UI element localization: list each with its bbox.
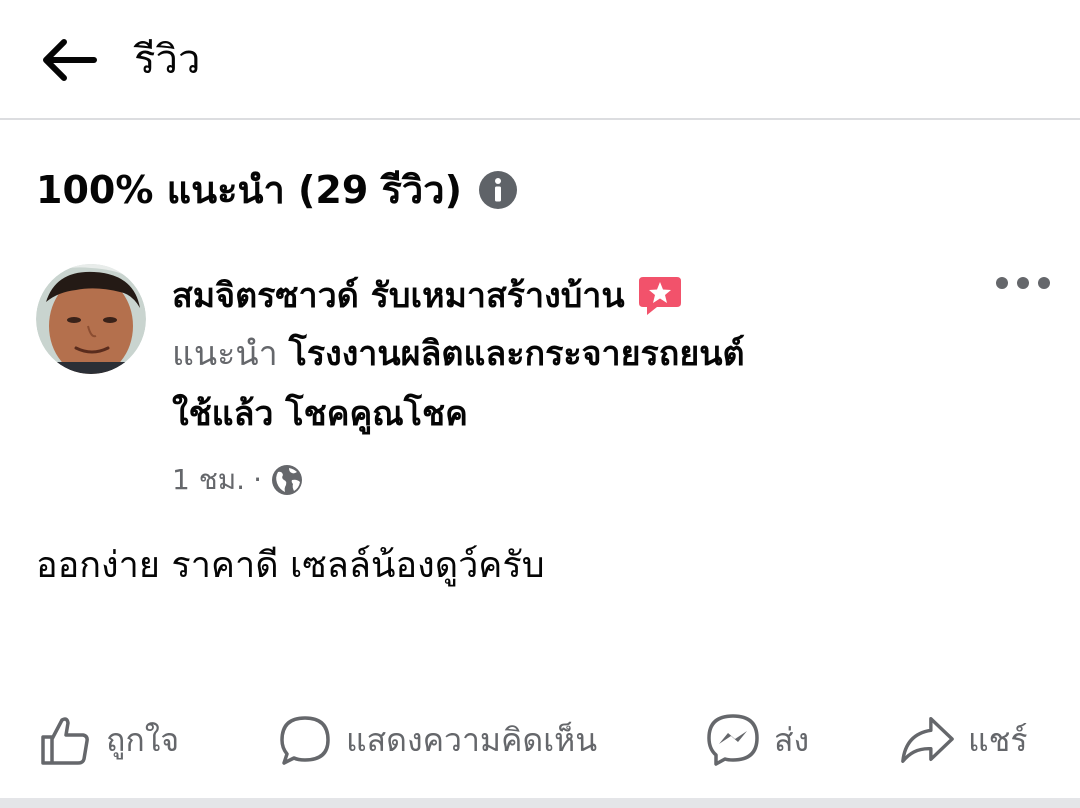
like-label: ถูกใจ xyxy=(106,721,180,759)
send-label: ส่ง xyxy=(774,721,810,759)
header-divider xyxy=(0,118,1080,120)
recommends-label: แนะนำ xyxy=(172,334,278,374)
globe-icon xyxy=(270,463,304,497)
share-arrow-icon xyxy=(898,711,956,769)
author-name[interactable]: สมจิตรซาวด์ รับเหมาสร้างบ้าน xyxy=(172,268,625,324)
top-bar: รีวิว xyxy=(0,0,1080,118)
info-icon[interactable] xyxy=(478,170,518,210)
more-options-button[interactable] xyxy=(990,266,1056,300)
post-meta: 1 ชม. · xyxy=(172,458,304,502)
author-avatar[interactable] xyxy=(36,264,146,374)
share-label: แชร์ xyxy=(968,721,1028,759)
recommendation-summary: 100% แนะนำ (29 รีวิว) xyxy=(36,164,518,216)
recommended-page-name-cont[interactable]: ใช้แล้ว โชคคูณโชค xyxy=(172,394,468,434)
star-speech-bubble-icon xyxy=(637,275,683,317)
recommendation-line-2: ใช้แล้ว โชคคูณโชค xyxy=(172,384,952,444)
comment-bubble-icon xyxy=(276,711,334,769)
share-button[interactable]: แชร์ xyxy=(898,700,1028,780)
page-title: รีวิว xyxy=(134,37,201,83)
review-post-header: สมจิตรซาวด์ รับเหมาสร้างบ้าน แนะนำ โรงงา… xyxy=(172,268,952,444)
summary-text: 100% แนะนำ (29 รีวิว) xyxy=(36,168,462,212)
bottom-separator xyxy=(0,798,1080,808)
back-arrow-icon xyxy=(43,39,97,81)
meta-separator: · xyxy=(253,463,262,496)
back-button[interactable] xyxy=(30,30,106,90)
recommendation-line: แนะนำ โรงงานผลิตและกระจายรถยนต์ xyxy=(172,324,952,384)
messenger-icon xyxy=(704,711,762,769)
recommended-page-name[interactable]: โรงงานผลิตและกระจายรถยนต์ xyxy=(289,334,745,374)
like-button[interactable]: ถูกใจ xyxy=(36,700,179,780)
thumbs-up-icon xyxy=(36,711,94,769)
review-text: ออกง่าย ราคาดี เซลล์น้องดูว์ครับ xyxy=(36,545,545,586)
comment-button[interactable]: แสดงความคิดเห็น xyxy=(276,700,597,780)
ellipsis-icon xyxy=(996,277,1050,289)
send-button[interactable]: ส่ง xyxy=(704,700,809,780)
comment-label: แสดงความคิดเห็น xyxy=(346,721,598,759)
post-timestamp[interactable]: 1 ชม. xyxy=(172,458,245,502)
post-action-bar: ถูกใจ แสดงความคิดเห็น ส่ง แชร์ xyxy=(0,700,1080,780)
